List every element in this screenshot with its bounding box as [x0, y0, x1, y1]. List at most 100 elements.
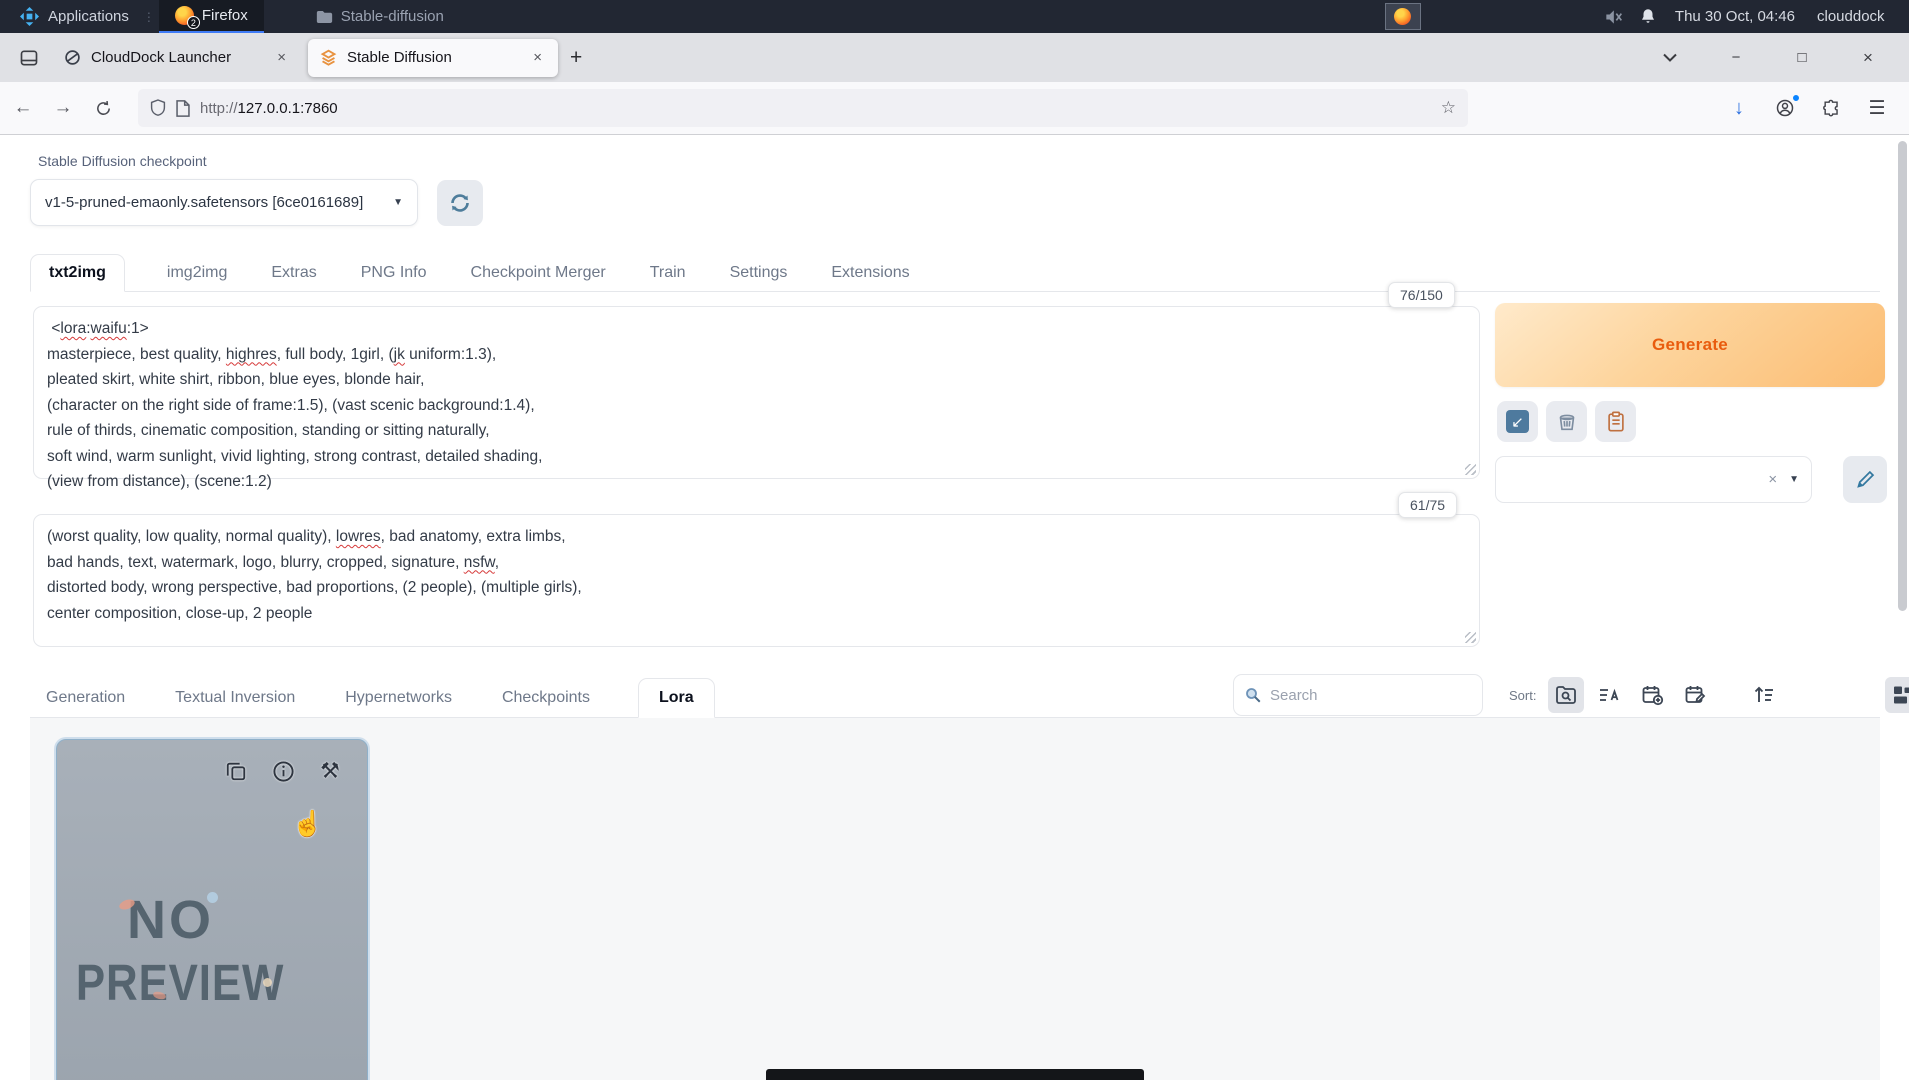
tab-img2img[interactable]: img2img — [165, 255, 229, 291]
negative-prompt-textarea[interactable]: (worst quality, low quality, normal qual… — [33, 514, 1480, 647]
close-window-button[interactable]: × — [1857, 47, 1879, 69]
search-icon — [1244, 686, 1262, 704]
volume-muted-icon[interactable] — [1603, 7, 1623, 27]
minimize-button[interactable]: − — [1725, 47, 1747, 69]
tab-train[interactable]: Train — [648, 255, 688, 291]
taskbar-window-firefox[interactable]: 2 Firefox — [159, 0, 264, 33]
browser-toolbar: ← → http://127.0.0.1:7860 ☆ ↓ — [0, 82, 1909, 135]
sort-direction-button[interactable] — [1746, 677, 1782, 713]
account-icon[interactable] — [1773, 96, 1797, 120]
url-text: http://127.0.0.1:7860 — [200, 100, 338, 117]
tab-hypernetworks[interactable]: Hypernetworks — [343, 679, 454, 717]
resize-handle[interactable] — [1465, 464, 1476, 475]
prompt-textarea[interactable]: <lora:waifu:1>masterpiece, best quality,… — [33, 306, 1480, 479]
apply-styles-button[interactable] — [1595, 401, 1636, 442]
taskbar-right: Thu 30 Oct, 04:46 clouddock — [1385, 0, 1909, 33]
tab-list-chevron-down-icon[interactable] — [1659, 47, 1681, 69]
maximize-button[interactable]: □ — [1791, 47, 1813, 69]
edit-metadata-tools-icon[interactable]: ⚒ — [317, 758, 343, 784]
tab-lora[interactable]: Lora — [638, 678, 715, 718]
calendar-plus-icon — [1640, 683, 1664, 707]
checkpoint-label: Stable Diffusion checkpoint — [38, 153, 207, 169]
main-tab-bar: txt2img img2img Extras PNG Info Checkpoi… — [30, 251, 1880, 292]
page-scrollbar[interactable] — [1898, 141, 1907, 611]
url-bar[interactable]: http://127.0.0.1:7860 ☆ — [138, 89, 1468, 127]
trash-icon — [1556, 411, 1578, 433]
tab-textual-inversion[interactable]: Textual Inversion — [173, 679, 297, 717]
clear-prompt-button[interactable] — [1546, 401, 1587, 442]
tab-close-icon[interactable]: × — [529, 47, 546, 68]
hand-cursor: ☝ — [292, 810, 323, 839]
reload-button[interactable] — [86, 91, 120, 125]
tab-checkpoint-merger[interactable]: Checkpoint Merger — [469, 255, 608, 291]
clock[interactable]: Thu 30 Oct, 04:46 — [1675, 8, 1795, 25]
clouddock-favicon — [64, 49, 81, 66]
lora-cards-panel: ⚒ NO PREVIEW — [30, 718, 1880, 1080]
search-box[interactable] — [1233, 674, 1483, 716]
hamburger-menu-icon[interactable]: ☰ — [1865, 96, 1889, 120]
firefox-view-icon[interactable] — [14, 43, 44, 73]
sort-date-modified-button[interactable] — [1677, 677, 1713, 713]
bottom-dark-bar — [766, 1069, 1144, 1080]
window-controls: − □ × — [1659, 47, 1901, 69]
taskbar-firefox-label: Firefox — [202, 7, 248, 24]
new-tab-button[interactable]: + — [558, 46, 594, 70]
tab-checkpoints[interactable]: Checkpoints — [500, 679, 592, 717]
shield-icon — [150, 99, 166, 117]
tab-stable-diffusion[interactable]: Stable Diffusion × — [308, 39, 558, 77]
notifications-bell-icon[interactable] — [1639, 7, 1659, 27]
back-button[interactable]: ← — [6, 91, 40, 125]
bookmark-star-icon[interactable]: ☆ — [1441, 98, 1456, 118]
tree-view-toggle-button[interactable] — [1885, 677, 1909, 713]
sort-alphabetical-button[interactable] — [1591, 677, 1627, 713]
tab-clouddock-launcher[interactable]: CloudDock Launcher × — [52, 39, 302, 77]
calendar-edit-icon — [1683, 683, 1707, 707]
no-preview-line2: PREVIEW — [57, 952, 324, 1014]
checkpoint-refresh-button[interactable] — [437, 180, 483, 226]
account-badge — [1792, 94, 1800, 102]
applications-menu[interactable]: Applications — [10, 0, 139, 33]
downloads-icon[interactable]: ↓ — [1727, 96, 1751, 120]
no-preview-text: NO PREVIEW — [57, 888, 367, 1014]
tree-view-icon — [1891, 683, 1909, 707]
extensions-puzzle-icon[interactable] — [1819, 96, 1843, 120]
tab-txt2img[interactable]: txt2img — [30, 254, 125, 292]
firefox-badge: 2 — [187, 16, 200, 29]
checkpoint-dropdown[interactable]: v1-5-pruned-emaonly.safetensors [6ce0161… — [30, 179, 418, 226]
paste-generation-params-button[interactable]: ↙ — [1497, 401, 1538, 442]
generate-button[interactable]: Generate — [1495, 303, 1885, 387]
resize-handle[interactable] — [1465, 632, 1476, 643]
forward-button[interactable]: → — [46, 91, 80, 125]
lora-card-waifu[interactable]: ⚒ NO PREVIEW — [56, 739, 368, 1080]
tab-close-icon[interactable]: × — [273, 47, 290, 68]
search-input[interactable] — [1270, 687, 1450, 704]
card-action-buttons: ⚒ — [223, 758, 343, 784]
info-icon[interactable] — [270, 758, 296, 784]
decorative-speck — [207, 892, 218, 903]
styles-clear-icon[interactable]: × — [1768, 471, 1777, 488]
tab-extras[interactable]: Extras — [269, 255, 318, 291]
desktop: Applications ⋮ 2 Firefox Stable-diffusio… — [0, 0, 1909, 1080]
applications-label: Applications — [48, 8, 129, 25]
sort-by-path-button[interactable] — [1548, 677, 1584, 713]
copy-path-icon[interactable] — [223, 758, 249, 784]
sort-label: Sort: — [1509, 688, 1536, 703]
clipboard-icon — [1606, 411, 1626, 433]
tray-firefox-icon[interactable] — [1385, 3, 1421, 30]
page-info-icon[interactable] — [176, 100, 190, 117]
prompt-utility-buttons: ↙ — [1497, 401, 1636, 442]
applications-icon — [20, 7, 39, 26]
sort-date-created-button[interactable] — [1634, 677, 1670, 713]
styles-dropdown[interactable]: × ▼ — [1495, 456, 1812, 503]
taskbar-folder-label: Stable-diffusion — [341, 8, 444, 25]
firefox-icon: 2 — [175, 6, 194, 25]
tab-settings[interactable]: Settings — [728, 255, 790, 291]
taskbar-window-folder[interactable]: Stable-diffusion — [300, 0, 460, 33]
edit-styles-button[interactable] — [1843, 456, 1887, 503]
taskbar-left: Applications ⋮ 2 Firefox Stable-diffusio… — [0, 0, 460, 33]
tab-png-info[interactable]: PNG Info — [359, 255, 429, 291]
tab-generation[interactable]: Generation — [44, 679, 127, 717]
refresh-icon — [448, 191, 472, 215]
tab-extensions[interactable]: Extensions — [829, 255, 911, 291]
user-label: clouddock — [1817, 8, 1909, 25]
